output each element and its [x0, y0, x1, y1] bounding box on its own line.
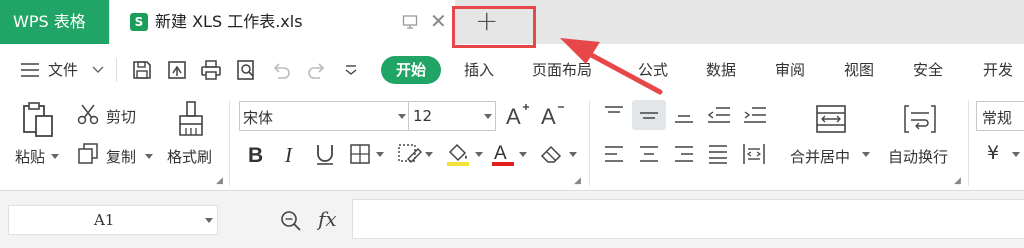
chevron-down-icon[interactable]	[92, 65, 104, 75]
redo-icon[interactable]	[306, 59, 328, 81]
font-size-value: 12	[413, 107, 433, 125]
undo-icon[interactable]	[270, 59, 292, 81]
tab-page-layout[interactable]: 页面布局	[532, 44, 592, 96]
file-menu[interactable]: 文件	[48, 44, 78, 96]
menu-icon[interactable]	[20, 61, 40, 79]
merge-center-icon[interactable]	[815, 104, 847, 134]
tab-review[interactable]: 审阅	[775, 44, 805, 96]
borders-dropdown-icon[interactable]	[376, 152, 384, 158]
decrease-indent-icon[interactable]	[706, 104, 732, 126]
document-tab[interactable]: S 新建 XLS 工作表.xls ✕	[110, 0, 455, 44]
highlight-box	[452, 6, 536, 48]
chevron-down-icon[interactable]	[205, 218, 213, 224]
justify-icon[interactable]	[707, 143, 729, 165]
tab-data[interactable]: 数据	[706, 44, 736, 96]
cell-style-dropdown-icon[interactable]	[425, 152, 433, 158]
merge-center-dropdown-icon[interactable]	[862, 152, 870, 158]
fill-color-icon[interactable]	[444, 140, 472, 168]
alignment-launcher-icon[interactable]: ◢	[954, 176, 961, 186]
name-box[interactable]: A1	[8, 205, 218, 235]
underline-icon[interactable]	[313, 142, 337, 166]
scissors-icon[interactable]	[77, 103, 99, 125]
tab-security[interactable]: 安全	[913, 44, 943, 96]
align-top-icon[interactable]	[603, 104, 625, 124]
increase-font-size-icon[interactable]: A	[505, 102, 531, 128]
borders-icon[interactable]	[348, 142, 372, 166]
decrease-font-size-icon[interactable]: A	[540, 102, 566, 128]
font-name-value: 宋体	[243, 109, 274, 127]
clear-format-dropdown-icon[interactable]	[569, 152, 577, 158]
chevron-down-icon[interactable]	[484, 114, 492, 120]
name-box-value: A1	[94, 211, 115, 229]
currency-format-button[interactable]: ¥	[987, 142, 999, 164]
svg-text:B: B	[248, 144, 263, 166]
italic-icon[interactable]: I	[282, 142, 302, 166]
print-icon[interactable]	[200, 59, 222, 81]
wps-home-tab[interactable]: WPS 表格	[0, 0, 109, 44]
svg-text:I: I	[284, 143, 293, 166]
menu-bar: 文件 开始 插入 页面布局 公式 数据 审阅 视图 安全 开发工	[0, 44, 1024, 131]
document-tab-title: 新建 XLS 工作表.xls	[155, 12, 303, 31]
clipboard-launcher-icon[interactable]: ◢	[216, 176, 223, 186]
svg-text:A: A	[541, 104, 556, 128]
svg-text:A: A	[506, 104, 521, 128]
export-pdf-icon[interactable]	[166, 59, 188, 81]
monitor-icon[interactable]	[402, 14, 418, 30]
zoom-search-icon[interactable]	[280, 210, 302, 232]
copy-icon[interactable]	[77, 142, 99, 164]
number-format-value: 常规	[982, 109, 1013, 127]
print-preview-icon[interactable]	[235, 59, 257, 81]
fill-color-dropdown-icon[interactable]	[475, 152, 483, 158]
align-bottom-icon[interactable]	[673, 104, 695, 126]
cut-button[interactable]: 剪切	[106, 106, 136, 127]
font-size-select[interactable]: 12	[408, 101, 496, 131]
chevron-down-icon[interactable]	[398, 114, 406, 120]
copy-button[interactable]: 复制	[106, 146, 136, 167]
divider	[229, 100, 230, 186]
divider	[116, 58, 117, 82]
font-color-dropdown-icon[interactable]	[519, 152, 527, 158]
formula-input[interactable]	[352, 199, 1024, 239]
align-middle-button[interactable]	[632, 100, 666, 130]
merge-center-button[interactable]: 合并居中	[790, 146, 850, 167]
align-middle-icon	[640, 112, 658, 119]
font-launcher-icon[interactable]: ◢	[574, 176, 581, 186]
increase-indent-icon[interactable]	[742, 104, 768, 126]
tab-formulas[interactable]: 公式	[638, 44, 668, 96]
customize-toolbar-icon[interactable]	[344, 64, 358, 76]
distributed-align-icon[interactable]	[742, 142, 766, 166]
divider	[589, 100, 590, 186]
close-tab-icon[interactable]: ✕	[430, 10, 447, 32]
tab-insert[interactable]: 插入	[464, 44, 494, 96]
align-center-icon[interactable]	[638, 143, 660, 165]
align-left-icon[interactable]	[603, 143, 625, 165]
font-color-icon[interactable]: A	[490, 140, 516, 168]
wrap-text-icon[interactable]	[903, 104, 937, 134]
paste-button[interactable]: 粘贴	[15, 146, 45, 167]
font-name-select[interactable]: 宋体	[239, 101, 409, 131]
copy-dropdown-icon[interactable]	[145, 154, 153, 160]
save-icon[interactable]	[131, 59, 153, 81]
format-painter-button[interactable]: 格式刷	[167, 146, 212, 167]
bold-icon[interactable]: B	[246, 142, 268, 166]
insert-function-button[interactable]: fx	[318, 207, 337, 231]
divider	[968, 100, 969, 186]
tab-view[interactable]: 视图	[844, 44, 874, 96]
paste-icon[interactable]	[20, 102, 56, 138]
currency-dropdown-icon[interactable]	[1012, 152, 1020, 158]
format-painter-icon[interactable]	[176, 100, 206, 138]
formula-bar: A1 fx	[0, 191, 1024, 248]
paste-dropdown-icon[interactable]	[51, 154, 59, 160]
spreadsheet-icon: S	[130, 13, 148, 31]
ribbon: 粘贴 剪切 复制 格式刷 ◢ 宋体 12 A A B I A ◢ 合并居中 自动…	[0, 96, 1024, 191]
cell-style-icon[interactable]	[396, 142, 422, 166]
clear-format-icon[interactable]	[538, 142, 566, 166]
tab-home[interactable]: 开始	[381, 56, 441, 84]
align-right-icon[interactable]	[673, 143, 695, 165]
svg-text:A: A	[494, 143, 507, 164]
wrap-text-button[interactable]: 自动换行	[888, 146, 948, 167]
number-format-select[interactable]: 常规	[976, 101, 1024, 131]
